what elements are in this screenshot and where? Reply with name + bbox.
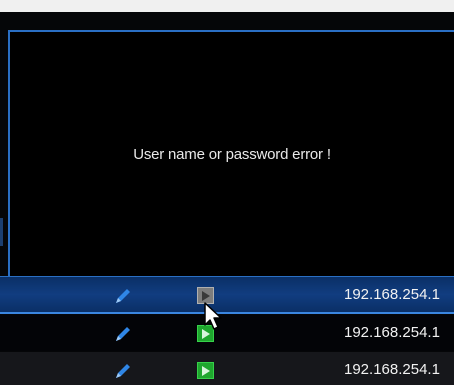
- error-message: User name or password error !: [133, 146, 331, 163]
- device-ip: 192.168.254.1: [344, 286, 440, 303]
- error-dialog: User name or password error !: [8, 30, 454, 286]
- pencil-icon[interactable]: [112, 323, 134, 345]
- play-icon[interactable]: [197, 362, 214, 379]
- device-row[interactable]: 192.168.254.1: [0, 315, 454, 351]
- device-row[interactable]: 192.168.254.1: [0, 276, 454, 314]
- top-band: [0, 0, 454, 12]
- device-row[interactable]: 192.168.254.1: [0, 352, 454, 385]
- mouse-pointer-icon: [204, 302, 222, 330]
- side-marker: [0, 218, 3, 246]
- device-ip: 192.168.254.1: [344, 361, 440, 378]
- device-ip: 192.168.254.1: [344, 324, 440, 341]
- pencil-icon[interactable]: [112, 285, 134, 307]
- pencil-icon[interactable]: [112, 360, 134, 382]
